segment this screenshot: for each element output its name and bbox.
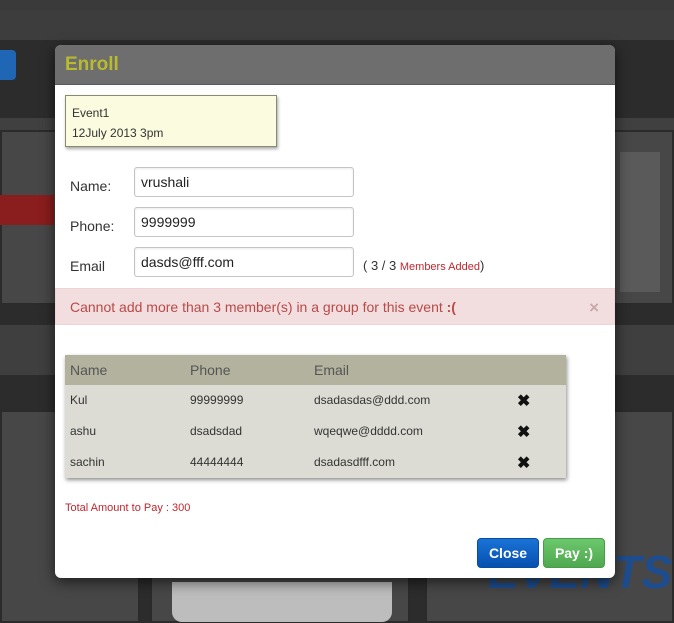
table-row: ashu dsadsdad wqeqwe@dddd.com ✖ [65,416,566,447]
bg-blue-button [0,50,16,80]
remove-member-icon[interactable]: ✖ [517,453,530,473]
members-count-open: ( 3 / 3 [363,258,397,273]
email-field[interactable] [134,247,354,277]
member-name: sachin [70,455,105,469]
member-phone: dsadsdad [190,424,243,438]
members-count: ( 3 / 3 Members Added) [363,258,484,273]
header-phone: Phone [190,362,231,378]
bg-header-row [0,10,674,40]
alert-emoticon: :( [446,299,456,315]
table-row: sachin 44444444 dsadasdfff.com ✖ [65,447,566,478]
bg-card-art [0,195,54,225]
close-button[interactable]: Close [477,538,539,568]
alert-close-icon[interactable]: × [589,298,599,318]
event-datetime: 12July 2013 3pm [72,126,164,140]
pay-button[interactable]: Pay :) [543,538,605,568]
bg-card [612,130,674,305]
member-name: ashu [70,424,97,438]
member-name: Kul [70,393,88,407]
enroll-modal: Enroll Event1 12July 2013 3pm Name: Phon… [55,45,615,578]
error-alert: Cannot add more than 3 member(s) in a gr… [55,288,615,325]
phone-field[interactable] [134,207,354,237]
name-label: Name: [70,178,112,194]
modal-header: Enroll [55,45,615,85]
modal-title: Enroll [65,54,119,75]
member-phone: 44444444 [190,455,244,469]
bg-top-bar [0,0,674,10]
event-name: Event1 [72,106,110,120]
alert-message: Cannot add more than 3 member(s) in a gr… [70,299,443,315]
phone-label: Phone: [70,218,115,234]
header-name: Name [70,362,108,378]
table-header-row: Name Phone Email [65,355,566,385]
members-count-close: ) [479,258,485,273]
header-email: Email [314,362,350,378]
member-email: dsadasdfff.com [314,455,395,469]
table-row: Kul 99999999 dsadasdas@ddd.com ✖ [65,385,566,416]
event-info-box: Event1 12July 2013 3pm [65,95,277,147]
remove-member-icon[interactable]: ✖ [517,391,530,411]
remove-member-icon[interactable]: ✖ [517,422,530,442]
member-email: wqeqwe@dddd.com [314,424,423,438]
email-label: Email [70,258,106,274]
member-email: dsadasdas@ddd.com [314,393,431,407]
member-phone: 99999999 [190,393,244,407]
total-amount: Total Amount to Pay : 300 [65,502,191,514]
members-table: Name Phone Email Kul 99999999 dsadasdas@… [65,355,566,478]
name-field[interactable] [134,167,354,197]
members-added-text: Members Added [399,261,480,273]
